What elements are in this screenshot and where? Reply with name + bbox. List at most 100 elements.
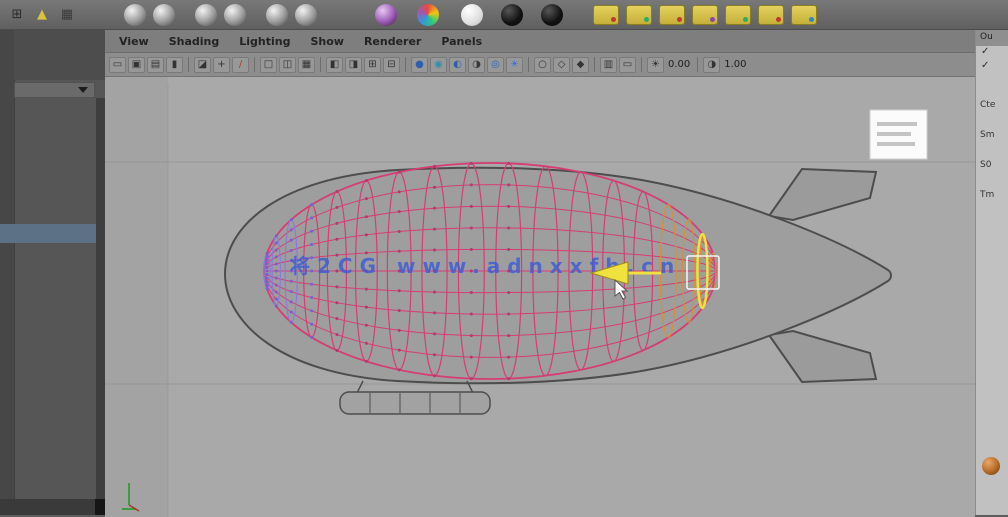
resolution-gate-icon[interactable]: ▭ [619, 56, 636, 73]
grease-pencil-icon[interactable]: / [232, 56, 249, 73]
marker-tool-icon[interactable]: ▲ [33, 4, 51, 26]
select-camera-icon[interactable]: ▭ [109, 56, 126, 73]
mesh-vertex [335, 285, 339, 289]
canvas-left-margin [105, 77, 168, 517]
toolbar-divider [188, 57, 189, 72]
viewport-canvas[interactable]: 将2CG www.adnxxfb.cn [105, 77, 975, 517]
menu-shading[interactable]: Shading [159, 35, 230, 48]
shadows-icon[interactable]: ◑ [468, 56, 485, 73]
display-dropdown[interactable] [14, 82, 95, 98]
textured-mode-icon[interactable]: ◉ [430, 56, 447, 73]
menu-view[interactable]: View [109, 35, 159, 48]
snap-grid-icon[interactable]: ⊞ [8, 4, 26, 26]
selected-list-row[interactable] [0, 224, 96, 243]
poly-tool-icon-1[interactable] [593, 4, 619, 25]
sidebar-item-tm[interactable]: Tm [976, 190, 1008, 204]
camera-attributes-icon[interactable]: ▤ [147, 56, 164, 73]
menu-lighting[interactable]: Lighting [229, 35, 300, 48]
gamma-icon[interactable]: ◑ [703, 56, 721, 73]
four-pane-icon[interactable]: ▦ [298, 56, 315, 73]
layout-grid-icon[interactable]: ⊞ [364, 56, 381, 73]
mesh-vertex [364, 323, 368, 327]
icon-dot [776, 16, 781, 22]
shelf-sphere-icon-6[interactable] [295, 3, 317, 26]
mesh-vertex [507, 334, 511, 338]
shelf-spacer [570, 14, 586, 15]
shelf-circle-white-icon[interactable] [461, 3, 483, 26]
mesh-vertex [310, 296, 314, 300]
mesh-vertex [469, 226, 473, 230]
left-panel-scrollbar[interactable] [96, 98, 105, 499]
shaded-mode-icon[interactable]: ● [411, 56, 428, 73]
sidebar-check-2[interactable]: ✓ [976, 60, 1008, 74]
poly-tool-icon-7[interactable] [791, 4, 817, 25]
poly-tool-icon-6[interactable] [758, 4, 784, 25]
menu-show[interactable]: Show [300, 35, 353, 48]
shelf-sphere-icon-1[interactable] [124, 3, 146, 26]
mesh-vertex [433, 332, 437, 336]
viewport-canvas-area[interactable]: 将2CG www.adnxxfb.cn [105, 77, 975, 517]
single-pane-icon[interactable]: □ [260, 56, 277, 73]
sidebar-item-cte[interactable]: Cte [976, 100, 1008, 114]
material-sphere-icon[interactable] [982, 457, 1000, 475]
mesh-vertex [274, 255, 278, 259]
poly-tool-icon-2[interactable] [626, 4, 652, 25]
mesh-vertex [310, 216, 314, 220]
layout-stack-icon[interactable]: ⊟ [383, 56, 400, 73]
exposure-value[interactable]: 0.00 [666, 59, 692, 70]
pan-zoom-icon[interactable]: + [213, 56, 230, 73]
film-gate-icon[interactable]: ▥ [600, 56, 617, 73]
image-plane-icon[interactable]: ◪ [194, 56, 211, 73]
lock-camera-icon[interactable]: ▣ [128, 56, 145, 73]
two-pane-icon[interactable]: ◫ [279, 56, 296, 73]
shelf-sphere-rainbow-icon[interactable] [417, 3, 439, 26]
poly-tool-icon-5[interactable] [725, 4, 751, 25]
shelf-spacer [530, 14, 534, 15]
shelf-sphere-icon-2[interactable] [153, 3, 175, 26]
shelf-sphere-purple-icon[interactable] [375, 3, 397, 26]
mesh-vertex [310, 203, 314, 207]
menu-panels[interactable]: Panels [431, 35, 492, 48]
shelf-sphere-icon-3[interactable] [195, 3, 217, 26]
poly-tool-icon-4[interactable] [692, 4, 718, 25]
shelf-sphere-icon-4[interactable] [224, 3, 246, 26]
menu-renderer[interactable]: Renderer [354, 35, 431, 48]
layout-right-icon[interactable]: ◨ [345, 56, 362, 73]
mesh-vertex [265, 258, 269, 262]
mesh-vertex [289, 218, 293, 222]
mesh-vertex [265, 273, 269, 277]
layout-left-icon[interactable]: ◧ [326, 56, 343, 73]
sidebar-check-1[interactable]: ✓ [976, 46, 1008, 60]
poly-tool-icon-3[interactable] [659, 4, 685, 25]
bookmarks-icon[interactable]: ▮ [166, 56, 183, 73]
shelf-circle-black-icon-1[interactable] [501, 3, 523, 26]
mesh-vertex [397, 210, 401, 214]
mesh-vertex [433, 374, 437, 378]
note-line [877, 122, 917, 126]
sidebar-item-sm[interactable]: Sm [976, 130, 1008, 144]
isolate-select-icon[interactable]: ○ [534, 56, 551, 73]
sidebar-item-s0[interactable]: S0 [976, 160, 1008, 174]
shelf-sphere-icon-5[interactable] [266, 3, 288, 26]
mesh-vertex [397, 328, 401, 332]
use-lights-icon[interactable]: ◐ [449, 56, 466, 73]
tool-box-icon[interactable]: ▦ [58, 4, 76, 26]
mesh-vertex [265, 283, 269, 287]
mesh-vertex [364, 233, 368, 237]
icon-dot [644, 16, 649, 22]
mesh-vertex [507, 204, 511, 208]
ssao-icon[interactable]: ◎ [487, 56, 504, 73]
mesh-vertex [289, 320, 293, 324]
mesh-vertex [274, 304, 278, 308]
mesh-vertex [265, 276, 269, 280]
left-panel-strip [0, 30, 15, 515]
exposure-icon[interactable]: ☀ [647, 56, 664, 73]
wireframe-on-shaded-icon[interactable]: ◆ [572, 56, 589, 73]
mesh-vertex [274, 234, 278, 238]
motion-blur-icon[interactable]: ☀ [506, 56, 523, 73]
gamma-value[interactable]: 1.00 [722, 59, 748, 70]
xray-icon[interactable]: ◇ [553, 56, 570, 73]
shelf-circle-black-icon-2[interactable] [541, 3, 563, 26]
left-panel-footer [0, 499, 105, 515]
mesh-vertex [274, 290, 278, 294]
